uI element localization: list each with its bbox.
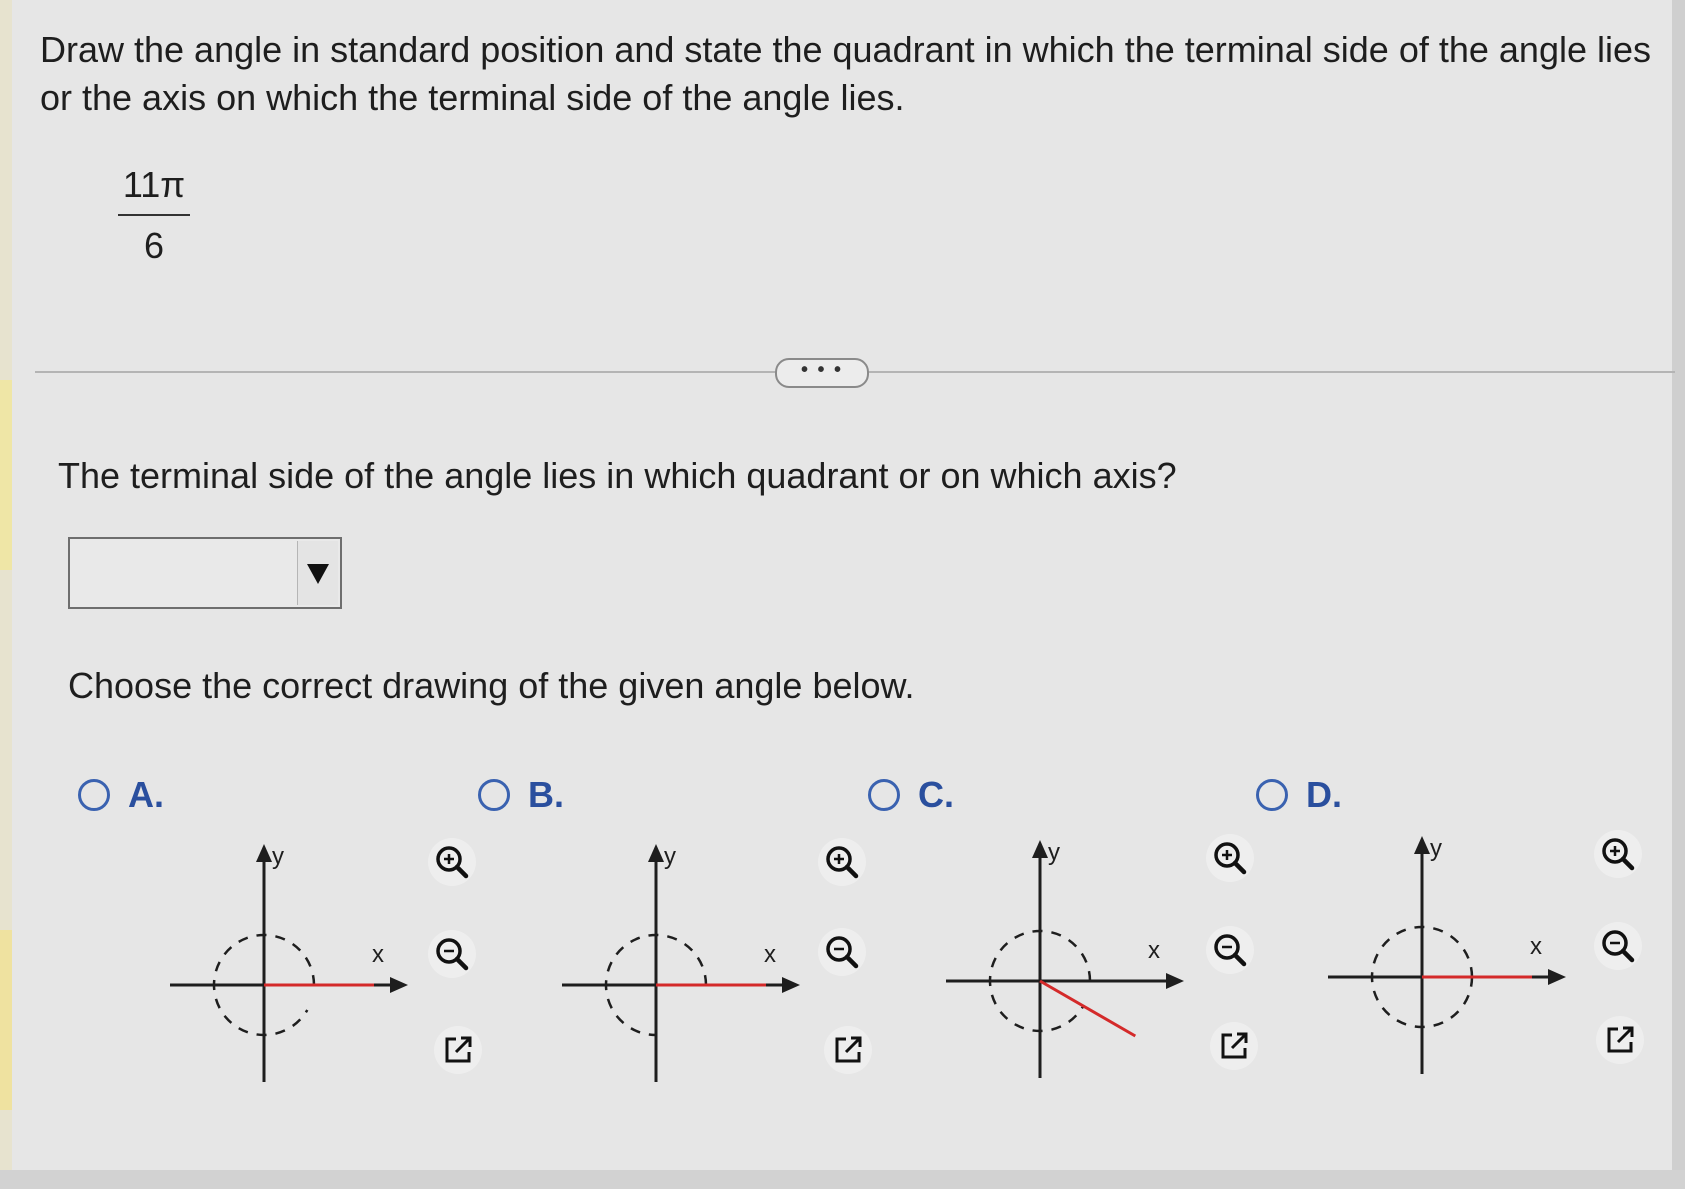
option-b-zoom-out[interactable] — [818, 928, 866, 976]
open-new-window-icon — [1607, 1026, 1634, 1053]
option-b-label: B. — [528, 774, 564, 815]
option-a-label: A. — [128, 774, 164, 815]
option-d-graph: y x — [1328, 835, 1566, 1074]
option-d-label: D. — [1306, 774, 1342, 815]
x-axis-label: x — [1530, 933, 1542, 960]
option-a-open[interactable] — [434, 1026, 482, 1074]
option-c-label: C. — [918, 774, 954, 815]
bottom-edge — [0, 1170, 1685, 1189]
dropdown-toggle[interactable] — [297, 541, 338, 605]
y-axis-label: y — [272, 843, 284, 870]
open-new-window-icon — [1221, 1032, 1248, 1059]
zoom-in-icon — [1214, 842, 1247, 875]
x-axis-label: x — [764, 941, 776, 968]
zoom-out-icon — [436, 938, 469, 971]
option-c-zoom-in[interactable] — [1206, 834, 1254, 882]
option-a-zoom-out[interactable] — [428, 930, 476, 978]
option-c-open[interactable] — [1210, 1022, 1258, 1070]
option-b[interactable]: B. — [478, 770, 564, 820]
option-b-graph: y x — [562, 843, 800, 1082]
x-axis-label: x — [372, 941, 384, 968]
y-axis-label: y — [664, 843, 676, 870]
option-b-zoom-in[interactable] — [818, 838, 866, 886]
open-new-window-icon — [835, 1036, 862, 1063]
right-edge — [1672, 0, 1685, 1189]
open-new-window-icon — [445, 1036, 472, 1063]
option-b-open[interactable] — [824, 1026, 872, 1074]
y-axis-label: y — [1430, 835, 1442, 862]
zoom-out-icon — [1214, 934, 1247, 967]
option-d-radio[interactable] — [1256, 779, 1288, 811]
option-a-zoom-in[interactable] — [428, 838, 476, 886]
zoom-in-icon — [1602, 838, 1635, 871]
question-text: Draw the angle in standard position and … — [40, 29, 1651, 118]
angle-numerator: 11π — [122, 164, 186, 205]
fraction-bar — [118, 214, 190, 216]
triangle-down-icon — [307, 564, 329, 584]
zoom-out-icon — [826, 936, 859, 969]
instruction-text: Choose the correct drawing of the given … — [68, 665, 915, 706]
option-c[interactable]: C. — [868, 770, 954, 820]
angle-fraction: 11π 6 — [118, 162, 190, 268]
option-d-zoom-in[interactable] — [1594, 830, 1642, 878]
show-more-button[interactable]: • • • — [775, 358, 869, 388]
zoom-out-icon — [1602, 930, 1635, 963]
option-d[interactable]: D. — [1256, 770, 1342, 820]
left-strip — [0, 0, 12, 1189]
option-d-open[interactable] — [1596, 1016, 1644, 1064]
y-axis-label: y — [1048, 839, 1060, 866]
sub-question-text: The terminal side of the angle lies in w… — [58, 455, 1177, 496]
angle-denominator: 6 — [143, 225, 165, 266]
option-c-radio[interactable] — [868, 779, 900, 811]
zoom-in-icon — [436, 846, 469, 879]
option-c-zoom-out[interactable] — [1206, 926, 1254, 974]
option-a-graph: y x — [170, 843, 408, 1082]
option-d-zoom-out[interactable] — [1594, 922, 1642, 970]
option-a-radio[interactable] — [78, 779, 110, 811]
option-b-radio[interactable] — [478, 779, 510, 811]
option-c-graph: y x — [946, 839, 1184, 1078]
x-axis-label: x — [1148, 937, 1160, 964]
quadrant-dropdown[interactable] — [68, 537, 342, 609]
zoom-in-icon — [826, 846, 859, 879]
option-a[interactable]: A. — [78, 770, 164, 820]
